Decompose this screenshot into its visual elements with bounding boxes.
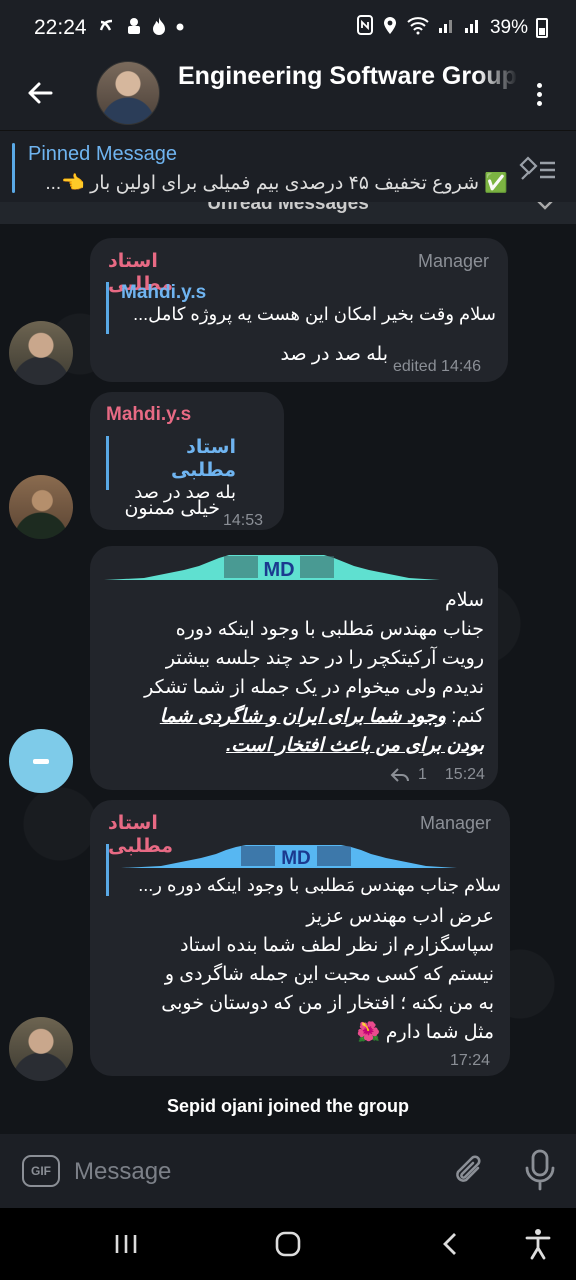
message-list[interactable]: Manager استاد مطلبی Mahdi.y.s سلام وقت ب… xyxy=(0,224,576,1134)
avatar[interactable] xyxy=(9,729,73,793)
reply-count: 1 xyxy=(418,766,427,783)
status-right-icons: 39% xyxy=(356,15,548,41)
avatar-initials xyxy=(33,758,49,764)
dot-icon xyxy=(536,82,542,88)
unread-label: Unread Messages xyxy=(207,202,369,214)
notification-icon xyxy=(97,16,117,41)
signal-icon xyxy=(438,16,456,40)
message-line: رویت آرکیتکچر را در حد چند جلسه بیشتر xyxy=(165,648,484,669)
sender-name: Mahdi.y.s xyxy=(106,404,192,425)
emphasized-text: وجود شما برای ایران و شاگردی شما xyxy=(159,706,447,727)
message-composer: GIF xyxy=(0,1134,576,1208)
accessibility-button[interactable] xyxy=(518,1226,558,1262)
sender-role: Manager xyxy=(418,251,490,271)
more-options-button[interactable] xyxy=(524,74,554,114)
message-text: بله صد در صد xyxy=(280,344,388,365)
md-banner: MD xyxy=(104,555,440,581)
message-line: نیستم که کسی محبت این جمله شاگردی و xyxy=(164,964,494,985)
accessibility-icon xyxy=(525,1229,551,1260)
message-text: عرض ادب مهندس عزیز سپاسگزارم از نظر لطف … xyxy=(104,902,494,1047)
signal-icon xyxy=(464,16,482,40)
message-line: سپاسگزارم از نظر لطف شما بنده استاد xyxy=(180,935,494,956)
battery-percent: 39% xyxy=(489,17,528,38)
message-line: جناب مهندس مَطلبی با وجود اینکه دوره xyxy=(175,619,484,640)
reply-sender: استاد مطلبی xyxy=(170,437,236,481)
message-line: کنم: وجود شما برای ایران و شاگردی شما xyxy=(104,702,484,731)
message-bubble[interactable]: Manager استاد مطلبی Mahdi.y.s سلام وقت ب… xyxy=(90,238,508,382)
message-bubble[interactable]: MD سلام جناب مهندس مَطلبی با وجود اینکه … xyxy=(90,546,498,790)
message-time: 17:24 xyxy=(450,1052,491,1069)
wifi-icon xyxy=(406,15,430,41)
emphasized-text: بودن برای من باعث افتخار است. xyxy=(225,735,484,756)
message-bubble[interactable]: Mahdi.y.s استاد مطلبی بله صد در صد خیلی … xyxy=(90,392,284,530)
reply-sender: Mahdi.y.s xyxy=(121,282,207,303)
reply-text: سلام وقت بخیر امکان این هست یه پروژه کام… xyxy=(133,304,496,324)
md-banner-label: MD xyxy=(281,848,311,869)
android-icon xyxy=(125,16,143,41)
message-input[interactable] xyxy=(74,1152,424,1192)
group-avatar[interactable] xyxy=(96,61,160,125)
message-meta: 1 15:24 xyxy=(390,766,485,784)
back-nav-button[interactable] xyxy=(430,1226,470,1262)
attach-icon[interactable] xyxy=(450,1152,488,1190)
pinned-indicator xyxy=(12,143,15,193)
message-line: عرض ادب مهندس عزیز xyxy=(306,906,494,927)
message-line: سلام xyxy=(444,590,484,611)
microphone-icon[interactable] xyxy=(522,1148,558,1192)
avatar[interactable] xyxy=(9,321,73,385)
chevron-down-icon[interactable] xyxy=(536,202,554,216)
md-banner-label: MD xyxy=(263,559,294,581)
message-time: 14:53 xyxy=(223,512,264,529)
reply-preview[interactable]: MD سلام جناب مهندس مَطلبی با وجود اینکه … xyxy=(106,844,501,896)
pinned-text: ✅ شروع تخفیف ۴۵ درصدی بیم فمیلی برای اول… xyxy=(45,173,508,194)
dot-icon xyxy=(536,91,542,97)
dot-icon xyxy=(175,19,185,37)
reply-arrow-icon xyxy=(390,768,409,782)
reply-preview[interactable]: استاد مطلبی بله صد در صد xyxy=(106,436,236,502)
back-chevron-icon xyxy=(443,1233,456,1255)
home-button[interactable] xyxy=(268,1226,308,1262)
sender-role: Manager xyxy=(420,813,492,833)
nfc-icon xyxy=(356,15,374,41)
status-left-icons xyxy=(97,16,185,41)
message-text: خیلی ممنون xyxy=(124,498,220,519)
message-time: 15:24 xyxy=(444,766,485,783)
service-message: Sepid ojani joined the group xyxy=(167,1096,409,1116)
chat-title[interactable]: Engineering Software Group xyxy=(178,62,518,91)
pin-list-icon[interactable] xyxy=(518,153,558,183)
message-time: edited 14:46 xyxy=(393,358,482,375)
battery-icon xyxy=(536,18,548,38)
status-bar: 22:24 39% xyxy=(0,0,576,56)
avatar[interactable] xyxy=(9,1017,73,1081)
chat-header: Engineering Software Group xyxy=(0,56,576,130)
message-bubble[interactable]: Manager استاد مطلبی MD سلام جناب مهندس م… xyxy=(90,800,510,1076)
reply-preview[interactable]: Mahdi.y.s سلام وقت بخیر امکان این هست یه… xyxy=(106,282,496,334)
gif-button[interactable]: GIF xyxy=(22,1155,60,1187)
system-navigation-bar xyxy=(0,1208,576,1280)
recents-icon xyxy=(115,1235,137,1253)
dot-icon xyxy=(536,100,542,106)
message-line: مثل شما دارم 🌺 xyxy=(356,1022,494,1043)
recent-apps-button[interactable] xyxy=(106,1226,146,1262)
fire-icon xyxy=(151,16,167,41)
pinned-title: Pinned Message xyxy=(28,143,177,165)
message-fragment: کنم: xyxy=(446,706,484,727)
back-arrow-icon xyxy=(28,82,53,104)
message-line: به من بکنه ؛ افتخار از من که دوستان خوبی xyxy=(161,993,494,1014)
location-icon xyxy=(382,15,398,41)
reply-text: سلام جناب مهندس مَطلبی با وجود اینکه دور… xyxy=(138,875,501,895)
back-button[interactable] xyxy=(0,56,80,130)
md-banner: MD xyxy=(121,845,457,869)
unread-messages-divider: Unread Messages xyxy=(0,202,576,224)
home-icon xyxy=(275,1231,301,1257)
message-line: ندیدم ولی میخوام در یک جمله از شما تشکر xyxy=(144,677,484,698)
message-text: سلام جناب مهندس مَطلبی با وجود اینکه دور… xyxy=(104,586,484,760)
pinned-message-bar[interactable]: Pinned Message ✅ شروع تخفیف ۴۵ درصدی بیم… xyxy=(0,130,576,202)
avatar[interactable] xyxy=(9,475,73,539)
status-time: 22:24 xyxy=(34,16,87,39)
